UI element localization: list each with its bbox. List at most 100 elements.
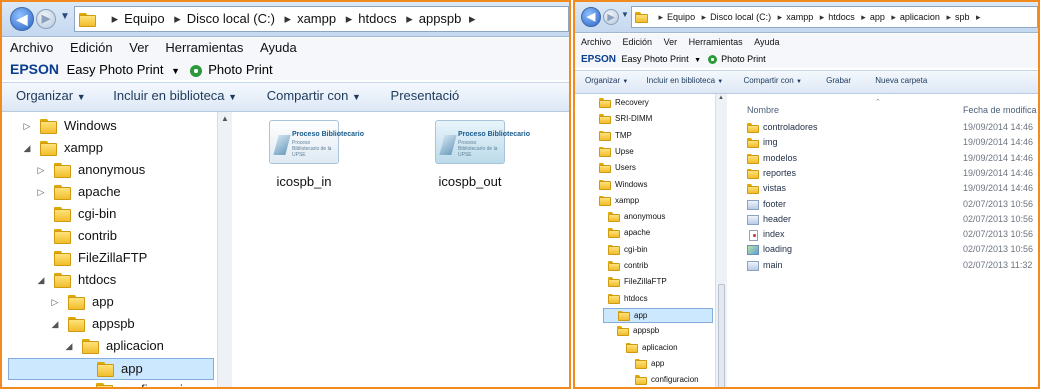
menu-archivo[interactable]: Archivo	[581, 34, 611, 50]
tree-item[interactable]: ◢ xampp	[2, 138, 217, 160]
breadcrumb-item[interactable]: spb	[955, 7, 970, 27]
tree-item[interactable]: htdocs	[575, 292, 715, 307]
organizar-button[interactable]: Organizar ▼	[585, 71, 628, 92]
presentacion-button[interactable]: Presentació	[391, 83, 460, 109]
menu-ayuda[interactable]: Ayuda	[754, 34, 779, 50]
list-item[interactable]: controladores 19/09/2014 14:46	[747, 122, 1038, 136]
tree-item[interactable]: contrib	[2, 226, 217, 248]
recent-pages-dropdown-icon[interactable]: ▼	[621, 10, 629, 19]
expand-arrow-icon[interactable]: ▷	[34, 160, 48, 180]
column-header-name[interactable]: Nombre	[747, 105, 779, 115]
easy-photo-print-button[interactable]: Easy Photo Print	[622, 54, 689, 64]
breadcrumb-item[interactable]: Disco local (C:)	[187, 7, 275, 31]
breadcrumb-item[interactable]: Equipo	[124, 7, 164, 31]
tree-item[interactable]: FileZillaFTP	[575, 275, 715, 290]
menu-edicion[interactable]: Edición	[623, 34, 653, 50]
breadcrumb-item[interactable]: Disco local (C:)	[710, 7, 771, 27]
expand-arrow-icon[interactable]: ▷	[20, 116, 34, 136]
tree-item[interactable]: ◢ appspb	[2, 314, 217, 336]
menu-herramientas[interactable]: Herramientas	[165, 38, 243, 58]
tree-scrollbar[interactable]: ▲	[715, 94, 727, 387]
tree-item[interactable]: app	[575, 357, 715, 372]
breadcrumb-item[interactable]: Equipo	[667, 7, 695, 27]
menu-herramientas[interactable]: Herramientas	[689, 34, 743, 50]
tree-item[interactable]: TMP	[575, 129, 715, 144]
photo-print-button[interactable]: Photo Print	[208, 62, 272, 77]
collapse-arrow-icon[interactable]: ◢	[62, 336, 76, 356]
tree-item[interactable]: xampp	[575, 194, 715, 209]
tree-item[interactable]: app	[603, 307, 713, 323]
nueva-carpeta-button[interactable]: Nueva carpeta	[875, 71, 927, 91]
scroll-up-icon[interactable]: ▲	[221, 114, 229, 123]
breadcrumb-item[interactable]: aplicacion	[900, 7, 940, 27]
compartir-con-button[interactable]: Compartir con ▼	[267, 83, 361, 110]
list-item[interactable]: main 02/07/2013 11:32	[747, 260, 1038, 274]
list-item[interactable]: header 02/07/2013 10:56	[747, 214, 1038, 228]
breadcrumb-item[interactable]: xampp	[297, 7, 336, 31]
menu-edicion[interactable]: Edición	[70, 38, 113, 58]
tree-item[interactable]: Upse	[575, 145, 715, 160]
tree-item[interactable]: contrib	[575, 259, 715, 274]
tree-scrollbar[interactable]: ▲	[217, 112, 232, 387]
back-button[interactable]: ◀	[10, 7, 34, 31]
tree-item[interactable]: SRI-DIMM	[575, 112, 715, 127]
incluir-biblioteca-button[interactable]: Incluir en biblioteca ▼	[647, 71, 724, 92]
tree-item[interactable]: cgi-bin	[575, 243, 715, 258]
breadcrumb-item[interactable]: htdocs	[828, 7, 855, 27]
list-item[interactable]: modelos 19/09/2014 14:46	[747, 153, 1038, 167]
tree-item[interactable]: configuracion	[575, 373, 715, 387]
tree-item[interactable]: configuracion	[2, 380, 217, 387]
breadcrumb-item[interactable]: app	[870, 7, 885, 27]
menu-ayuda[interactable]: Ayuda	[260, 38, 297, 58]
collapse-arrow-icon[interactable]: ◢	[48, 314, 62, 334]
list-item[interactable]: img 19/09/2014 14:46	[747, 137, 1038, 151]
tree-item[interactable]: aplicacion	[575, 341, 715, 356]
collapse-arrow-icon[interactable]: ◢	[20, 138, 34, 158]
tree-item[interactable]: FileZillaFTP	[2, 248, 217, 270]
recent-pages-dropdown-icon[interactable]: ▼	[60, 11, 70, 22]
scroll-up-icon[interactable]: ▲	[718, 95, 724, 101]
breadcrumb-item[interactable]: appspb	[419, 7, 462, 31]
incluir-biblioteca-button[interactable]: Incluir en biblioteca ▼	[113, 83, 237, 110]
tree-item[interactable]: ▷ Windows	[2, 116, 217, 138]
breadcrumb-item[interactable]: xampp	[786, 7, 813, 27]
organizar-button[interactable]: Organizar ▼	[16, 83, 86, 110]
tree-item[interactable]: cgi-bin	[2, 204, 217, 226]
list-item[interactable]: footer 02/07/2013 10:56	[747, 199, 1038, 213]
expand-arrow-icon[interactable]: ▷	[48, 292, 62, 312]
menu-ver[interactable]: Ver	[129, 38, 149, 58]
forward-button[interactable]: ▶	[603, 9, 619, 25]
menu-archivo[interactable]: Archivo	[10, 38, 53, 58]
file-tile[interactable]: Proceso Bibliotecario Proceso Biblioteca…	[420, 120, 530, 189]
dropdown-icon[interactable]: ▼	[171, 66, 180, 76]
tree-item[interactable]: anonymous	[575, 210, 715, 225]
tree-item[interactable]: Windows	[575, 178, 715, 193]
tree-item[interactable]: app	[8, 358, 214, 380]
compartir-con-button[interactable]: Compartir con ▼	[743, 71, 801, 92]
file-tile[interactable]: Proceso Bibliotecario Proceso Biblioteca…	[264, 120, 364, 189]
list-item[interactable]: reportes 19/09/2014 14:46	[747, 168, 1038, 182]
photo-print-button[interactable]: Photo Print	[721, 54, 766, 64]
back-button[interactable]: ◀	[581, 7, 601, 27]
collapse-arrow-icon[interactable]: ◢	[34, 270, 48, 290]
list-item[interactable]: index 02/07/2013 10:56	[747, 229, 1038, 243]
column-header-date[interactable]: Fecha de modifica	[963, 105, 1037, 115]
tree-item[interactable]: Recovery	[575, 96, 715, 111]
breadcrumb[interactable]: ▸ Equipo ▸ Disco local (C:) ▸ xampp ▸ htdocs…	[74, 6, 569, 32]
dropdown-icon[interactable]: ▼	[694, 57, 701, 64]
tree-item[interactable]: ◢ htdocs	[2, 270, 217, 292]
list-item[interactable]: vistas 19/09/2014 14:46	[747, 183, 1038, 197]
expand-arrow-icon[interactable]: ▷	[34, 182, 48, 202]
easy-photo-print-button[interactable]: Easy Photo Print	[67, 62, 164, 77]
tree-item[interactable]: Users	[575, 161, 715, 176]
tree-item[interactable]: ▷ apache	[2, 182, 217, 204]
breadcrumb[interactable]: ▸ Equipo ▸ Disco local (C:) ▸ xampp ▸ htdocs…	[631, 6, 1038, 28]
tree-item[interactable]: ◢ aplicacion	[2, 336, 217, 358]
breadcrumb-item[interactable]: htdocs	[358, 7, 396, 31]
menu-ver[interactable]: Ver	[664, 34, 678, 50]
tree-item[interactable]: appspb	[575, 324, 715, 339]
grabar-button[interactable]: Grabar	[826, 71, 851, 91]
tree-item[interactable]: ▷ anonymous	[2, 160, 217, 182]
tree-item[interactable]: ▷ app	[2, 292, 217, 314]
scrollbar-thumb[interactable]	[718, 284, 725, 387]
